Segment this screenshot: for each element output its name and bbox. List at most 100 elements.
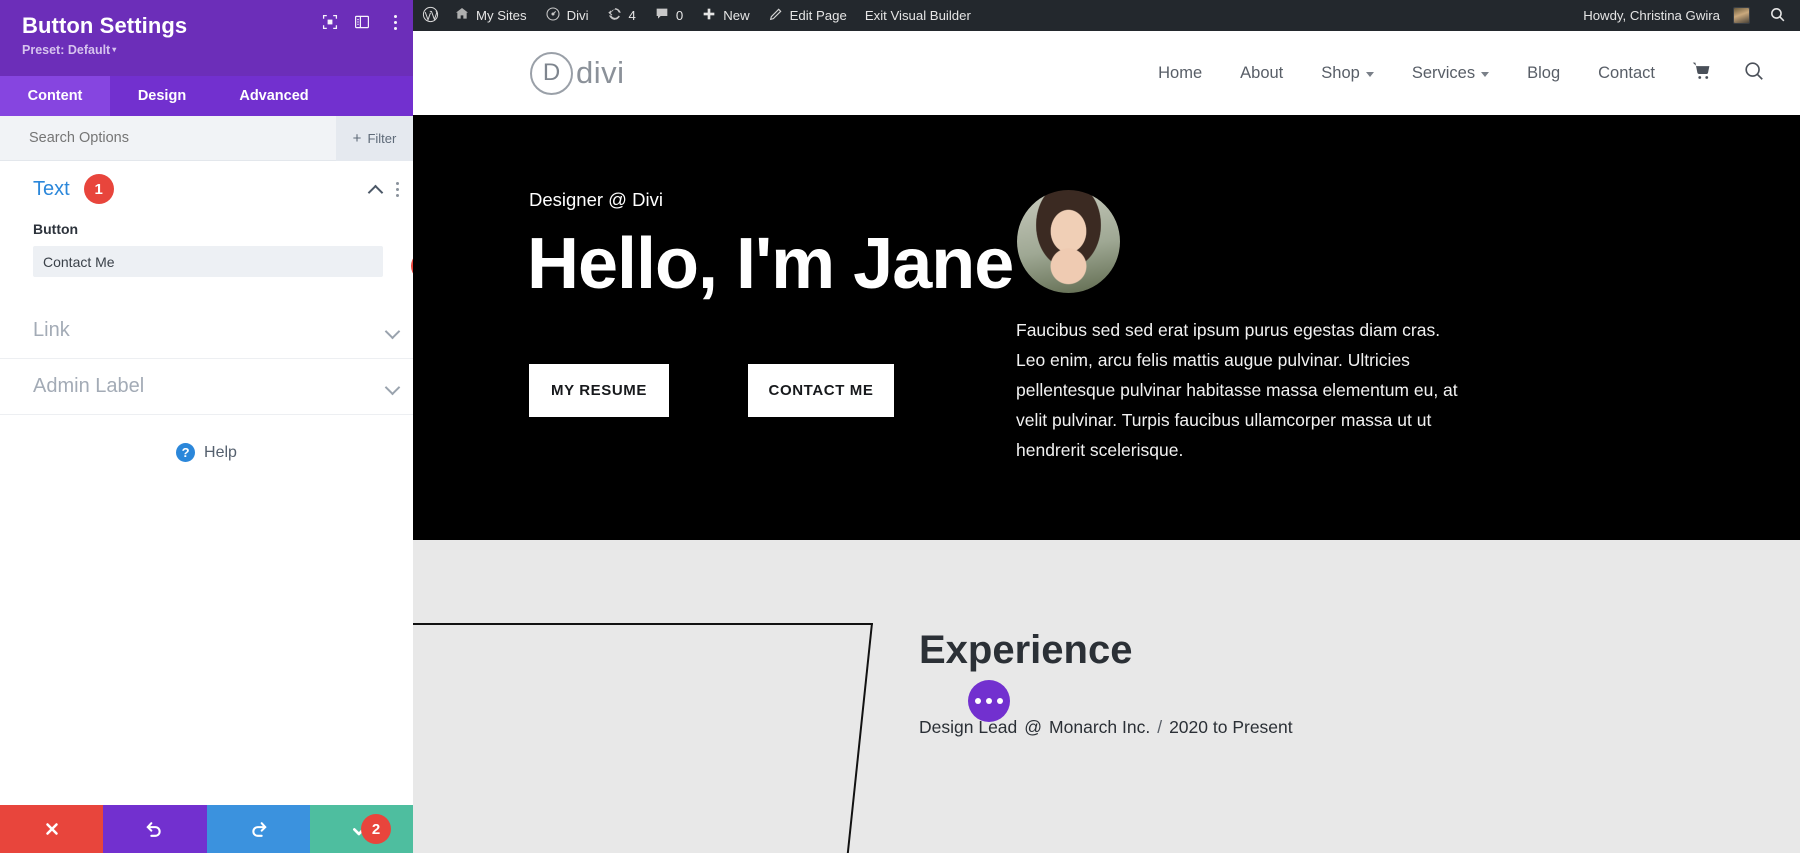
cart-button[interactable] [1674,60,1729,86]
hero-title: Hello, I'm Jane [527,224,1014,304]
more-vertical-icon[interactable] [386,14,405,30]
chevron-down-icon[interactable] [386,324,399,337]
entry-role: Design Lead [919,717,1018,737]
nav-item-contact[interactable]: Contact [1579,64,1674,83]
entry-at: @ [1024,717,1043,737]
undo-button[interactable] [103,805,207,853]
chevron-down-icon [1481,72,1490,77]
chevron-down-icon[interactable] [386,380,399,393]
nav-item-shop[interactable]: Shop [1302,64,1393,83]
logo-circle-icon: D [530,51,573,95]
section-admin-label-controls [386,380,399,393]
section-link-label: Link [33,319,70,341]
step-badge-1: 1 [83,174,114,204]
experience-section: Experience Design Lead @ Monarch Inc. / … [413,540,1800,853]
nav-label: Home [1158,63,1203,82]
hero-buttons: MY RESUME CONTACT ME [529,364,894,417]
site-name-label: Divi [566,7,589,23]
howdy-label: Howdy, Christina Gwira [1583,7,1720,23]
edit-page-button[interactable]: Edit Page [759,0,856,31]
dot [975,698,981,704]
save-button[interactable]: 2 [309,805,413,853]
preset-dropdown[interactable]: Preset: Default ▾ [22,43,395,57]
new-label: New [723,7,750,23]
comments-button[interactable]: 0 [645,0,692,31]
more-vertical-icon[interactable] [396,181,399,197]
howdy-account-button[interactable]: Howdy, Christina Gwira [1574,0,1759,31]
updates-icon [607,6,623,25]
help-icon: ? [176,443,196,462]
new-button[interactable]: New [692,0,758,31]
wordpress-icon [422,6,439,26]
chevron-down-icon: ▾ [112,45,117,55]
site-logo[interactable]: D divi [530,51,625,95]
admin-bar-right: Howdy, Christina Gwira [1574,0,1800,31]
focus-frame-icon[interactable] [322,14,338,30]
filter-button[interactable]: + Filter [336,116,413,161]
nav-item-home[interactable]: Home [1139,64,1221,83]
comment-icon [654,6,670,25]
cancel-button[interactable] [0,805,104,853]
hero-paragraph: Faucibus sed sed erat ipsum purus egesta… [1016,320,1458,461]
sites-icon [454,6,470,25]
nav-label: Contact [1598,63,1655,82]
undo-icon [145,820,164,839]
exit-visual-builder-label: Exit Visual Builder [864,7,971,23]
help-label: Help [204,443,237,461]
redo-button[interactable] [206,805,310,853]
button-text-field-group: Button 2 [0,217,413,303]
section-admin-label-label: Admin Label [33,375,145,397]
tab-advanced[interactable]: Advanced [214,76,334,116]
dot [396,193,399,197]
panel-header-icons [322,14,405,30]
step-badge-2-save: 2 [361,814,391,844]
dot [394,20,397,24]
tab-design[interactable]: Design [110,76,214,116]
tab-content[interactable]: Content [0,76,110,116]
nav-item-services[interactable]: Services [1393,64,1508,83]
search-icon [1769,6,1786,26]
my-sites-button[interactable]: My Sites [445,0,536,31]
admin-search-button[interactable] [1759,0,1800,31]
contact-me-button[interactable]: CONTACT ME [748,364,894,417]
my-resume-button[interactable]: MY RESUME [529,364,669,417]
hero-subtitle: Designer @ Divi [529,189,663,210]
nav-item-about[interactable]: About [1221,64,1302,83]
screen-root: My Sites Divi 4 0 New Edit Page Exit Vis… [0,0,1800,853]
module-settings-button[interactable] [968,680,1010,722]
layout-columns-icon[interactable] [354,14,370,30]
section-link[interactable]: Link [0,303,413,359]
chevron-up-icon[interactable] [369,183,382,196]
site-search-button[interactable] [1729,60,1800,87]
edit-page-label: Edit Page [789,7,847,23]
pencil-icon [768,6,784,25]
wp-admin-bar: My Sites Divi 4 0 New Edit Page Exit Vis… [413,0,1800,31]
plus-icon: + [352,130,362,147]
dot [394,14,397,18]
wp-logo-button[interactable] [413,0,445,31]
updates-button[interactable]: 4 [598,0,645,31]
dashboard-icon [545,6,561,25]
redo-icon [249,820,268,839]
nav-label: About [1240,63,1284,82]
experience-title: Experience [919,628,1133,672]
site-name-button[interactable]: Divi [536,0,598,31]
avatar [1733,7,1750,24]
updates-count: 4 [628,7,636,23]
exit-visual-builder-button[interactable]: Exit Visual Builder [856,0,980,31]
button-text-input[interactable] [33,246,383,277]
panel-tabs: Content Design Advanced [0,76,413,116]
panel-header: Button Settings Preset: Default ▾ [0,0,413,76]
decorative-shape [413,623,873,853]
help-link[interactable]: ? Help [0,415,413,462]
site-header: D divi Home About Shop Services Blog Con… [413,31,1800,115]
nav-item-blog[interactable]: Blog [1508,64,1579,83]
nav-label: Services [1411,63,1476,82]
panel-body: Text 1 Button 2 Link [0,161,413,805]
experience-entry: Design Lead @ Monarch Inc. / 2020 to Pre… [919,717,1293,738]
section-admin-label[interactable]: Admin Label [0,359,413,415]
close-icon [43,820,61,838]
chevron-down-icon [1365,72,1374,77]
my-sites-label: My Sites [476,7,527,23]
section-text[interactable]: Text 1 [0,161,413,217]
